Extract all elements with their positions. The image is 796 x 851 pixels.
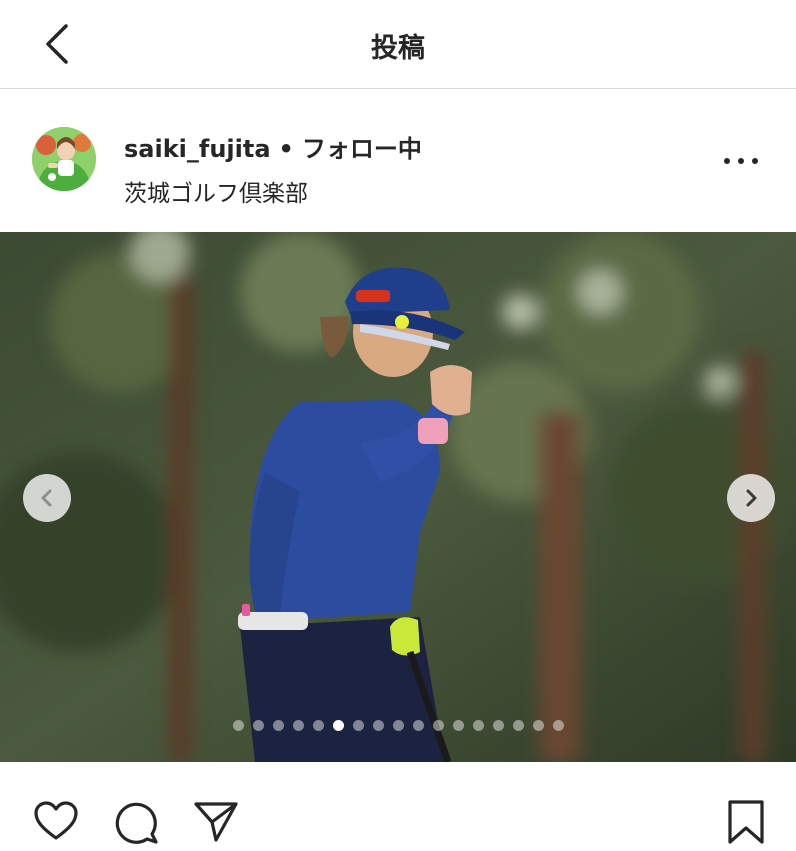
carousel-next-button[interactable] [727, 474, 775, 522]
carousel-dot [512, 720, 524, 731]
carousel-dot [472, 720, 484, 731]
bookmark-icon [728, 800, 764, 844]
author-meta: saiki_fujita • フォロー中 茨城ゴルフ倶楽部 [124, 129, 422, 208]
action-bar [0, 762, 796, 851]
post-header: 投稿 [0, 0, 796, 89]
post-author-row: saiki_fujita • フォロー中 茨城ゴルフ倶楽部 [0, 89, 796, 232]
carousel-dot [372, 720, 384, 731]
follow-status[interactable]: フォロー中 [302, 135, 422, 163]
like-button[interactable] [32, 798, 80, 846]
avatar[interactable] [32, 127, 96, 191]
carousel-indicator [0, 720, 796, 731]
avatar-illustration [32, 127, 96, 191]
carousel-dot [532, 720, 544, 731]
chevron-left-icon [41, 489, 52, 507]
carousel-dot [492, 720, 504, 731]
carousel-dot [352, 720, 364, 731]
carousel-dot [432, 720, 444, 731]
save-button[interactable] [722, 798, 770, 846]
comment-icon [115, 802, 158, 844]
username[interactable]: saiki_fujita [124, 135, 271, 163]
page-title: 投稿 [371, 33, 425, 64]
golfer-photo [0, 232, 796, 762]
carousel-dot [292, 720, 304, 731]
carousel-dot [332, 720, 344, 731]
heart-icon [34, 801, 78, 840]
post-image[interactable] [0, 232, 796, 762]
carousel-dot [552, 720, 564, 731]
carousel-dot [312, 720, 324, 731]
carousel-dot [392, 720, 404, 731]
share-button[interactable] [192, 798, 240, 846]
author-line: saiki_fujita • フォロー中 [124, 129, 422, 164]
carousel-dot [252, 720, 264, 731]
carousel-dot [232, 720, 244, 731]
location-link[interactable]: 茨城ゴルフ倶楽部 [124, 174, 422, 208]
comment-button[interactable] [112, 798, 160, 846]
more-options-button[interactable] [724, 155, 758, 167]
carousel-dot [452, 720, 464, 731]
more-horizontal-icon [724, 158, 730, 164]
carousel-dot [412, 720, 424, 731]
carousel-prev-button[interactable] [23, 474, 71, 522]
separator-dot: • [278, 135, 294, 163]
carousel-dot [272, 720, 284, 731]
chevron-right-icon [746, 489, 757, 507]
paper-plane-icon [194, 802, 238, 842]
